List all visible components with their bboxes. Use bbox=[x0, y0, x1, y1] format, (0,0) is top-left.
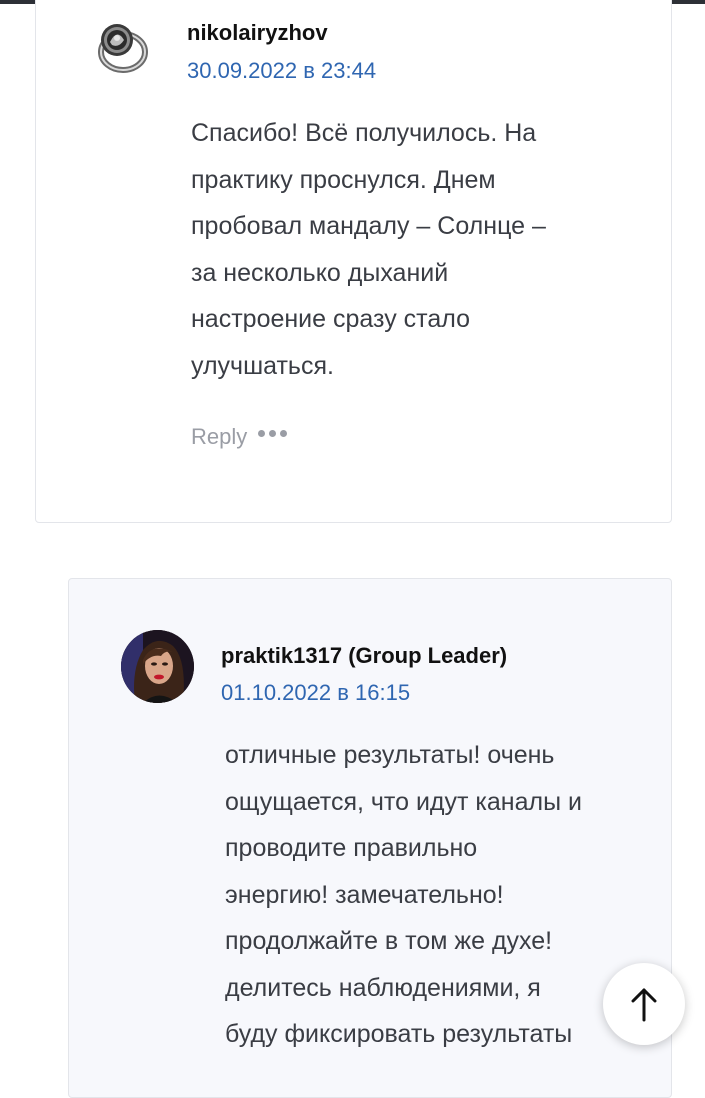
arrow-up-icon bbox=[631, 988, 657, 1022]
scroll-to-top-button[interactable] bbox=[603, 963, 685, 1045]
comment-date-link[interactable]: 30.09.2022 в 23:44 bbox=[187, 58, 376, 84]
dot bbox=[258, 430, 265, 437]
comment-body: отличные результаты! очень ощущается, чт… bbox=[225, 732, 582, 1058]
user-photo-avatar[interactable] bbox=[121, 630, 194, 703]
comment-body-line: улучшаться. bbox=[191, 351, 334, 380]
comment-body-line: буду фиксировать результаты bbox=[225, 1020, 573, 1048]
dot bbox=[269, 430, 276, 437]
more-options-icon[interactable] bbox=[258, 430, 287, 437]
comment-body-line: энергию! замечательно! bbox=[225, 880, 504, 909]
comment-body-line: делитесь наблюдениями, я bbox=[225, 973, 541, 1002]
comment-body-line: отличные результаты! очень bbox=[225, 741, 555, 769]
comment-date-link[interactable]: 01.10.2022 в 16:15 bbox=[221, 680, 410, 706]
comment-body-line: ощущается, что идут каналы и bbox=[225, 787, 582, 816]
comment-body-line: настроение сразу стало bbox=[191, 305, 470, 333]
comment-body-line: продолжайте в том же духе! bbox=[225, 927, 553, 955]
comment-author[interactable]: praktik1317 (Group Leader) bbox=[221, 643, 507, 669]
comment-body: Спасибо! Всё получилось. На практику про… bbox=[191, 110, 546, 389]
comment-body-line: проводите правильно bbox=[225, 834, 478, 862]
comment-body-line: практику проснулся. Днем bbox=[191, 165, 496, 194]
comment-body-line: Спасибо! Всё получилось. На bbox=[191, 119, 537, 147]
dot bbox=[280, 430, 287, 437]
comment-body-line: пробовал мандалу – Солнце – bbox=[191, 212, 546, 240]
reply-button[interactable]: Reply bbox=[191, 424, 247, 450]
comment-body-line: за несколько дыханий bbox=[191, 258, 449, 287]
comment-author[interactable]: nikolairyzhov bbox=[187, 20, 328, 46]
ring-avatar-icon[interactable] bbox=[93, 18, 153, 78]
